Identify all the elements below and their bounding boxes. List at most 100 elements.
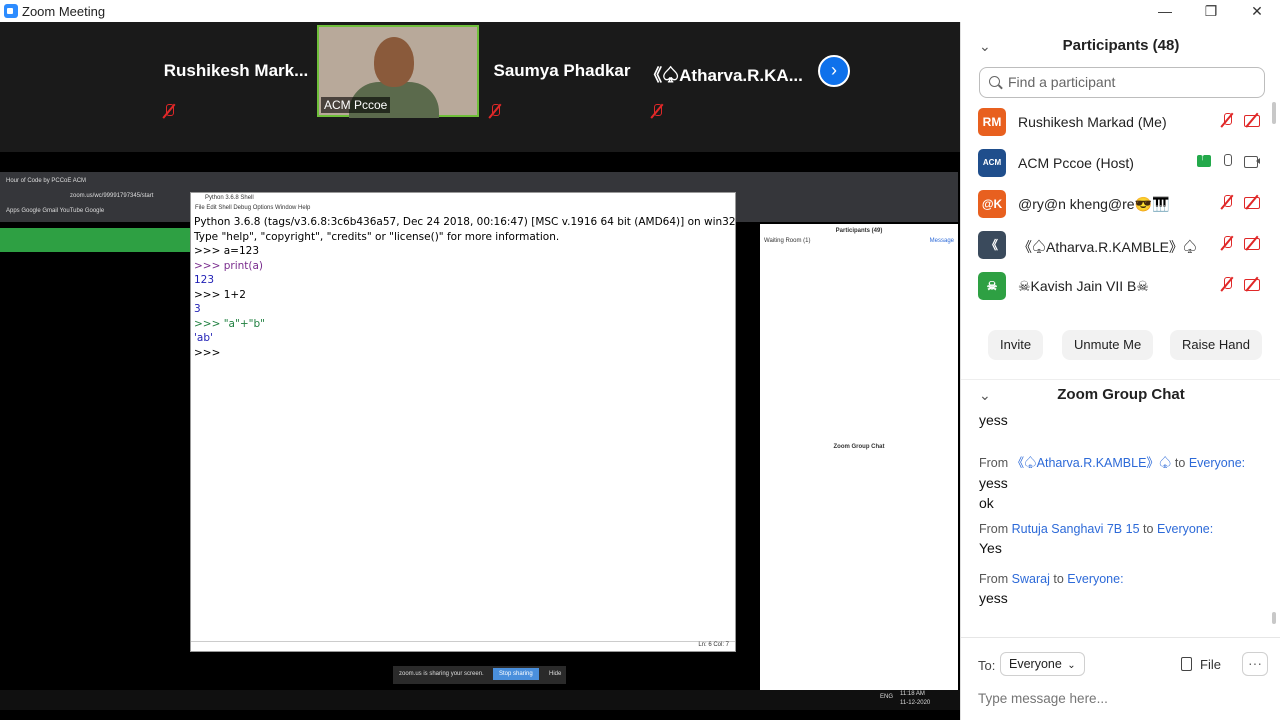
video-off-icon [1243,194,1261,210]
browser-url: zoom.us/wc/99991797345/start [70,193,154,199]
participant-scrollbar[interactable] [1272,102,1276,124]
chat-message-input[interactable] [978,686,1268,710]
shell-line: 123 [194,274,215,286]
taskbar-lang: ENG [880,694,894,700]
search-placeholder: Find a participant [1008,74,1116,90]
muted-mic-icon [1219,235,1235,251]
sender-name: 《♤Atharva.R.KAMBLE》♤ [1011,456,1172,470]
participant-name: ACM Pccoe (Host) [1018,155,1134,171]
participant-name: 《♤Atharva.R.KAMBLE》♤ [1018,239,1197,255]
shell-line: >>> a=123 [194,245,260,257]
participant-row[interactable]: ☠ ☠Kavish Jain VII B☠ [961,266,1269,307]
chat-footer: To: Everyone ⌄ File ··· [961,637,1280,720]
chat-message-header: From Rutuja Sanghavi 7B 15 to Everyone: [979,522,1213,536]
hide-button: Hide [549,671,562,677]
sender-name: Rutuja Sanghavi 7B 15 [1011,522,1140,536]
right-sidebar: ⌄ Participants (48) Find a participant R… [960,22,1280,720]
participants-header[interactable]: ⌄ Participants (48) [961,31,1280,61]
mini-message-link: Message [929,238,954,244]
window-controls: — ❐ ✕ [1142,0,1280,22]
participant-search-input[interactable]: Find a participant [979,67,1265,98]
video-thumbnail[interactable]: Rushikesh Mark... [155,25,317,117]
muted-mic-icon [649,103,662,116]
recipient-select[interactable]: Everyone ⌄ [1000,652,1085,676]
chat-message-header: From Swaraj to Everyone: [979,572,1124,586]
muted-mic-icon [1219,276,1235,292]
file-label: File [1200,657,1221,672]
close-button[interactable]: ✕ [1234,0,1280,22]
chat-header[interactable]: ⌄ Zoom Group Chat [961,379,1280,409]
sharing-toast: zoom.us is sharing your screen. Stop sha… [393,666,566,684]
invite-button[interactable]: Invite [988,330,1044,360]
shell-line: 'ab' [194,332,213,344]
participant-row[interactable]: @K @ry@n kheng@re😎🎹 [961,184,1269,225]
mini-waiting-room: Waiting Room (1) Message [760,234,958,244]
video-thumbnail[interactable]: 《♤Atharva.R.KA... [643,25,805,117]
chat-message-text: yess [979,412,1008,428]
shared-participants-panel: Participants (49) Waiting Room (1) Messa… [760,224,958,694]
video-off-icon [1243,235,1261,251]
chat-message-header: From 《♤Atharva.R.KAMBLE》♤ to Everyone: [979,452,1245,471]
participant-name: Rushikesh Mark... [163,61,309,80]
muted-mic-icon [487,103,500,116]
shell-line: >>> [194,346,224,359]
chevron-down-icon[interactable]: ⌄ [979,31,991,61]
video-off-icon [1243,112,1261,128]
minimize-button[interactable]: — [1142,0,1188,22]
chat-message-text: ok [979,495,994,511]
raise-hand-button[interactable]: Raise Hand [1170,330,1262,360]
chat-message: From Rutuja Sanghavi 7B 15 to Everyone: Y… [961,522,1213,556]
shell-line: Python 3.6.8 (tags/v3.6.8:3c6b436a57, De… [194,216,736,228]
video-thumbnail[interactable]: Saumya Phadkar [481,25,643,117]
shared-screen: Hour of Code by PCCoE ACM zoom.us/wc/999… [0,172,960,720]
to-label: To: [978,658,996,673]
chevron-down-icon[interactable]: ⌄ [979,380,991,410]
participant-status-icons [1219,194,1261,210]
muted-mic-icon [1219,194,1235,210]
recipient-name: Everyone: [1156,522,1214,536]
shell-line: 3 [194,303,201,315]
shell-status: Ln: 6 Col: 7 [191,641,735,651]
window-titlebar: Zoom Meeting — ❐ ✕ [0,0,1280,22]
shell-line: >>> print(a) [194,259,264,272]
video-thumbnail-active[interactable]: ACM Pccoe [317,25,479,118]
chat-message-text: Yes [979,540,1002,556]
participant-row[interactable]: ACM ACM Pccoe (Host) [961,143,1269,184]
window-title: Zoom Meeting [22,3,106,19]
mini-waiting-label: Waiting Room (1) [764,238,811,244]
shell-output: Python 3.6.8 (tags/v3.6.8:3c6b436a57, De… [191,213,736,362]
restore-button[interactable]: ❐ [1188,0,1234,22]
video-camera-icon [1243,153,1261,169]
next-page-button[interactable]: › [818,55,850,87]
muted-mic-icon [161,103,174,116]
from-label: From [979,456,1009,470]
avatar: @K [978,190,1006,218]
shell-line: Type "help", "copyright", "credits" or "… [194,230,560,243]
sharing-toast-text: zoom.us is sharing your screen. [399,671,484,677]
microphone-icon [1219,153,1235,169]
sender-name: Swaraj [1011,572,1050,586]
python-shell-window: Python 3.6.8 Shell File Edit Shell Debug… [190,192,736,652]
participant-list: RM Rushikesh Markad (Me) ACM ACM Pccoe (Hos… [961,102,1269,315]
chat-message: From 《♤Atharva.R.KAMBLE》♤ to Everyone: ye… [961,452,1245,511]
browser-bookmarks: Apps Google Gmail YouTube Google [6,208,105,214]
from-label: From [979,522,1009,536]
participant-row[interactable]: 《《♤Atharva.R.KAMBLE》♤ [961,225,1269,266]
participant-row[interactable]: RM Rushikesh Markad (Me) [961,102,1269,143]
participant-status-icons [1219,112,1261,128]
recipient-value: Everyone [1009,657,1062,671]
chat-message: From Dev Oswal VII_B_35 to Everyone:yess [961,412,1201,428]
taskbar-clock: 11:18 AM [900,691,925,697]
file-button[interactable]: File [1181,657,1221,672]
participant-name: ☠Kavish Jain VII B☠ [1018,278,1149,294]
chat-scrollbar[interactable] [1272,612,1276,624]
participant-name: Saumya Phadkar [493,61,631,80]
participant-name: 《♤Atharva.R.KA... [645,66,803,85]
shared-green-bar [0,228,190,252]
from-label: From [979,572,1009,586]
participants-title: Participants (48) [1062,37,1180,54]
recipient-name: Everyone: [1188,456,1246,470]
unmute-me-button[interactable]: Unmute Me [1062,330,1154,360]
avatar: 《 [978,231,1006,259]
more-options-button[interactable]: ··· [1242,652,1268,676]
